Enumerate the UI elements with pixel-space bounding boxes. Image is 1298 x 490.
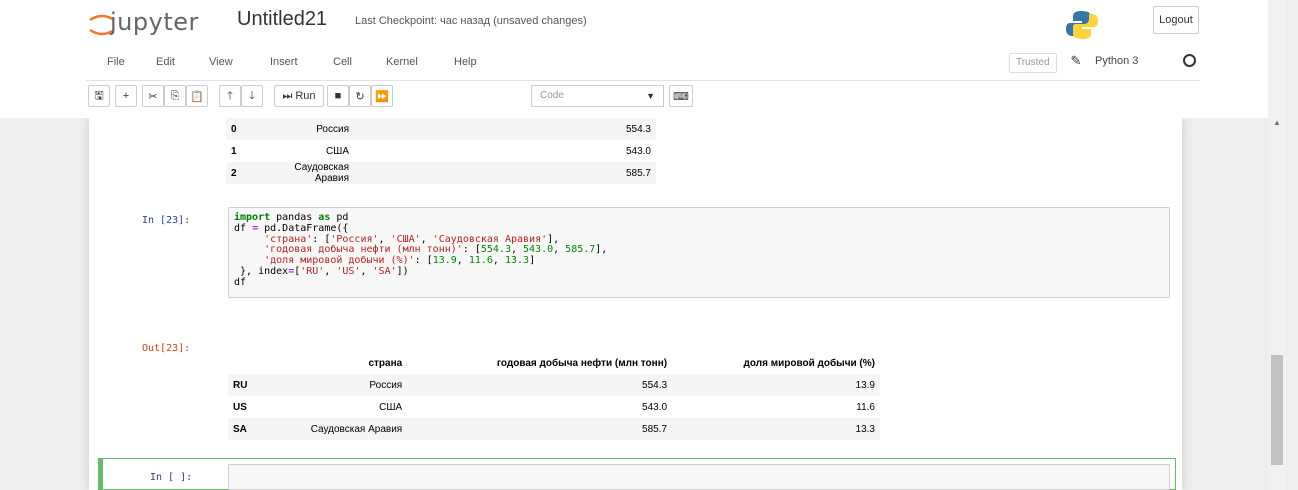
cell-type-value: Code (540, 90, 564, 101)
copy-icon[interactable]: ⎘ (164, 85, 186, 107)
kernel-indicator-icon (1183, 54, 1196, 67)
menu-insert[interactable]: Insert (270, 56, 298, 68)
oil-cell: 543.0 (642, 401, 668, 413)
value-cell: 543.0 (625, 145, 651, 157)
vertical-scrollbar[interactable]: ▲ (1268, 0, 1286, 490)
notebook-page: 0 Россия 554.3 1 США 543.0 2 Саудовская … (89, 118, 1182, 490)
share-cell: 11.6 (856, 401, 875, 413)
run-button[interactable]: ⏭ Run (274, 85, 324, 107)
checkpoint-status: Last Checkpoint: час назад (unsaved chan… (355, 15, 587, 27)
menu-file[interactable]: File (107, 56, 125, 68)
table-row: 2 Саудовская Аравия 585.7 (226, 162, 656, 184)
row-index: US (233, 401, 247, 413)
scroll-up-icon[interactable]: ▲ (1273, 118, 1281, 127)
trusted-indicator[interactable]: Trusted (1009, 53, 1057, 73)
notebook-container[interactable]: 0 Россия 554.3 1 США 543.0 2 Саудовская … (0, 118, 1270, 490)
logout-button[interactable]: Logout (1153, 6, 1199, 34)
output-prompt: Out[23]: (142, 343, 191, 354)
toolbar: 🖫 + ✂ ⎘ 📋 🡑 🡓 ⏭ Run ■ ↻ ⏩ Code ▼ ⌨ (0, 80, 1270, 118)
cut-icon[interactable]: ✂ (142, 85, 164, 107)
pencil-icon[interactable]: ✎ (1066, 53, 1086, 73)
chevron-down-icon: ▼ (646, 91, 655, 101)
menu-help[interactable]: Help (454, 56, 477, 68)
column-header: страна (368, 357, 403, 369)
input-prompt: In [23]: (142, 215, 191, 226)
value-cell: 585.7 (625, 167, 651, 179)
move-up-icon[interactable]: 🡑 (219, 85, 241, 107)
python-logo-icon (1066, 11, 1098, 39)
menu-cell[interactable]: Cell (333, 56, 352, 68)
country-cell: США (379, 401, 403, 413)
value-cell: 554.3 (625, 123, 651, 135)
table-row: RU Россия 554.3 13.9 (228, 374, 880, 396)
run-icon: ⏭ (282, 89, 293, 102)
row-index: 1 (231, 145, 237, 157)
share-cell: 13.3 (855, 423, 875, 435)
input-prompt: In [ ]: (150, 472, 193, 483)
header: jupyter Untitled21 Last Checkpoint: час … (0, 0, 1270, 118)
scrollbar-thumb[interactable] (1271, 355, 1283, 465)
table-row: 0 Россия 554.3 (226, 118, 656, 140)
country-cell: Россия (316, 123, 349, 135)
column-header: годовая добыча нефти (млн тонн) (496, 357, 668, 369)
paste-icon[interactable]: 📋 (186, 85, 208, 107)
restart-run-all-icon[interactable]: ⏩ (371, 85, 393, 107)
prev-output-table: 0 Россия 554.3 1 США 543.0 2 Саудовская … (226, 118, 656, 184)
restart-icon[interactable]: ↻ (349, 85, 371, 107)
table-row: SA Саудовская Аравия 585.7 13.3 (228, 418, 880, 440)
country-cell: Россия (369, 379, 403, 391)
country-cell: США (325, 145, 349, 157)
cell-type-select[interactable]: Code ▼ (531, 85, 664, 107)
oil-cell: 585.7 (642, 423, 668, 435)
menubar: File Edit View Insert Cell Kernel Help T… (86, 44, 1200, 81)
index-header (228, 352, 258, 374)
code-text: import pandas as pd df = pd.DataFrame({ … (234, 212, 608, 288)
country-cell: Саудовская Аравия (310, 423, 403, 435)
logo-text: jupyter (110, 8, 199, 36)
row-index: 2 (231, 167, 237, 179)
notebook-name[interactable]: Untitled21 (237, 8, 327, 31)
table-row: 1 США 543.0 (226, 140, 656, 162)
run-label: Run (295, 90, 316, 102)
output-table-23: страна годовая добыча нефти (млн тонн) д… (228, 352, 880, 440)
share-cell: 13.9 (855, 379, 875, 391)
interrupt-icon[interactable]: ■ (327, 85, 349, 107)
row-index: SA (233, 423, 247, 435)
row-index: RU (233, 379, 248, 391)
menu-view[interactable]: View (209, 56, 233, 68)
code-input-empty[interactable] (228, 464, 1170, 490)
menu-kernel[interactable]: Kernel (386, 56, 418, 68)
menu-edit[interactable]: Edit (156, 56, 175, 68)
country-cell: Саудовская Аравия (294, 162, 349, 184)
code-input-23[interactable]: import pandas as pd df = pd.DataFrame({ … (228, 207, 1170, 298)
oil-cell: 554.3 (642, 379, 668, 391)
row-index: 0 (231, 123, 237, 135)
move-down-icon[interactable]: 🡓 (241, 85, 263, 107)
save-icon[interactable]: 🖫 (88, 85, 110, 107)
table-row: US США 543.0 11.6 (228, 396, 880, 418)
column-header: доля мировой добычи (%) (743, 357, 875, 369)
keyboard-icon[interactable]: ⌨ (669, 85, 693, 107)
kernel-name: Python 3 (1095, 55, 1139, 67)
table-header-row: страна годовая добыча нефти (млн тонн) д… (228, 352, 880, 374)
insert-cell-icon[interactable]: + (115, 85, 137, 107)
